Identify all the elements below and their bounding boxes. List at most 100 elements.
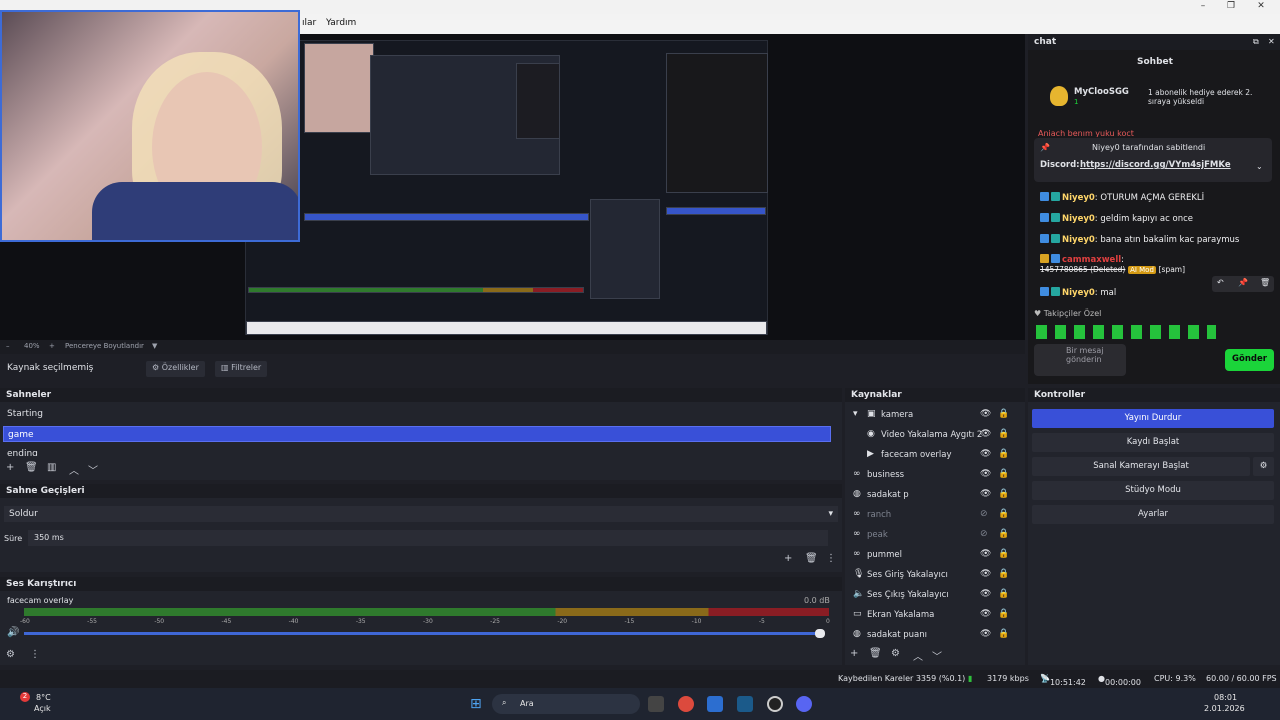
settings-icon[interactable]: ⚙	[6, 649, 15, 660]
properties-button[interactable]: ⚙ Özellikler	[146, 361, 205, 377]
scene-item-ending[interactable]: ending	[3, 446, 831, 456]
chat-username[interactable]: Niyey0	[1062, 235, 1095, 245]
pin-icon[interactable]: 📌	[1238, 278, 1248, 287]
chat-username[interactable]: Niyey0	[1062, 214, 1095, 224]
chat-username[interactable]: Niyey0	[1062, 193, 1095, 203]
zoom-out-button[interactable]: –	[6, 342, 10, 350]
eye-off-icon[interactable]: ⊘	[980, 529, 988, 539]
trash-icon[interactable]: 🗑	[869, 648, 882, 659]
eye-icon[interactable]: 👁	[980, 449, 991, 459]
store-icon[interactable]	[707, 696, 723, 712]
pinned-link[interactable]: https://discord.gg/VYm4sjFMKe	[1080, 160, 1231, 170]
lock-icon[interactable]: 🔒	[998, 469, 1009, 479]
lock-icon[interactable]: 🔒	[998, 589, 1009, 599]
volume-slider[interactable]	[24, 632, 820, 635]
menu-help[interactable]: Yardım	[326, 18, 356, 28]
source-row[interactable]: ◉ Video Yakalama Aygıtı 2 👁 🔒	[847, 425, 1019, 445]
add-transition-icon[interactable]: +	[784, 553, 792, 564]
volume-knob[interactable]	[815, 629, 825, 638]
send-button[interactable]: Gönder	[1225, 349, 1274, 371]
fit-window-button[interactable]: Pencereye Boyutlandır	[65, 342, 144, 350]
eye-icon[interactable]: 👁	[980, 589, 991, 599]
filters-button[interactable]: ▥ Filtreler	[215, 361, 268, 377]
chat-message[interactable]: Niyey0: OTURUM AÇMA GEREKLİ	[1040, 192, 1272, 203]
lock-icon[interactable]: 🔒	[998, 409, 1009, 419]
source-row[interactable]: ◍ sadakat p 👁 🔒	[847, 485, 1019, 505]
chat-input[interactable]: Bir mesaj gönderin	[1034, 344, 1126, 376]
discord-icon[interactable]	[796, 696, 812, 712]
taskbar-app-icon[interactable]	[648, 696, 664, 712]
eye-icon[interactable]: 👁	[980, 429, 991, 439]
maximize-icon[interactable]: ❐	[1224, 1, 1238, 11]
chevron-down-icon[interactable]: ▾	[853, 409, 858, 419]
eye-icon[interactable]: 👁	[980, 489, 991, 499]
source-row[interactable]: ∞ peak ⊘ 🔒	[847, 525, 1019, 545]
obs-icon[interactable]	[767, 696, 783, 712]
lock-icon[interactable]: 🔒	[998, 609, 1009, 619]
lock-icon[interactable]: 🔒	[998, 549, 1009, 559]
transition-select[interactable]: Soldur ▾	[4, 506, 838, 522]
more-icon[interactable]: ⋮	[30, 649, 40, 660]
chevron-down-icon[interactable]: ﹀	[88, 462, 98, 477]
eye-icon[interactable]: 👁	[980, 469, 991, 479]
search-box[interactable]: ⌕ Ara	[492, 694, 640, 714]
minimize-icon[interactable]: –	[1196, 1, 1210, 11]
gift-user[interactable]: MyClooSGG	[1074, 87, 1129, 97]
filter-icon[interactable]: ▥	[47, 462, 56, 473]
add-scene-icon[interactable]: +	[6, 462, 14, 473]
eye-off-icon[interactable]: ⊘	[980, 509, 988, 519]
chevron-up-icon[interactable]: ︿	[913, 648, 923, 663]
steam-icon[interactable]	[737, 696, 753, 712]
trash-icon[interactable]: 🗑	[1260, 278, 1270, 287]
gear-icon[interactable]: ⚙	[1253, 457, 1274, 476]
lock-icon[interactable]: 🔒	[998, 429, 1009, 439]
more-icon[interactable]: ⋮	[826, 553, 836, 564]
start-recording-button[interactable]: Kaydı Başlat	[1032, 433, 1274, 452]
reply-icon[interactable]: ↶	[1217, 278, 1224, 287]
lock-icon[interactable]: 🔒	[998, 489, 1009, 499]
source-row[interactable]: 🔈 Ses Çıkış Yakalayıcı 👁 🔒	[847, 585, 1019, 605]
settings-icon[interactable]: ⚙	[891, 648, 900, 659]
lock-icon[interactable]: 🔒	[998, 509, 1009, 519]
trash-icon[interactable]: 🗑	[805, 553, 818, 564]
chat-message[interactable]: cammaxwell: 1457780865 (Deleted) AI Mod […	[1040, 254, 1272, 275]
scene-item-game[interactable]: game	[3, 426, 831, 442]
eye-icon[interactable]: 👁	[980, 629, 991, 639]
start-virtual-camera-button[interactable]: Sanal Kamerayı Başlat	[1032, 457, 1250, 476]
chevron-down-icon[interactable]: ﹀	[932, 648, 942, 663]
source-row[interactable]: ∞ pummel 👁 🔒	[847, 545, 1019, 565]
preview-canvas[interactable]	[245, 40, 768, 335]
stop-stream-button[interactable]: Yayını Durdur	[1032, 409, 1274, 428]
zoom-in-button[interactable]: +	[49, 342, 55, 350]
studio-mode-button[interactable]: Stüdyo Modu	[1032, 481, 1274, 500]
source-row[interactable]: ▶ facecam overlay 👁 🔒	[847, 445, 1019, 465]
chrome-icon[interactable]	[678, 696, 694, 712]
trash-icon[interactable]: 🗑	[25, 462, 38, 473]
source-row[interactable]: ∞ ranch ⊘ 🔒	[847, 505, 1019, 525]
menu-tools[interactable]: ılar	[302, 18, 316, 28]
chevron-down-icon[interactable]: ⌄	[1256, 162, 1263, 171]
chat-message[interactable]: Niyey0: geldim kapıyı ac once	[1040, 213, 1272, 224]
add-source-icon[interactable]: +	[850, 648, 858, 659]
source-row[interactable]: ▾ ▣ kamera 👁 🔒	[847, 405, 1019, 425]
lock-icon[interactable]: 🔒	[998, 569, 1009, 579]
close-icon[interactable]: ✕	[1254, 1, 1268, 11]
scene-item-starting[interactable]: Starting	[3, 406, 831, 422]
float-icon[interactable]: ⧉	[1253, 37, 1259, 47]
chat-message[interactable]: Niyey0: bana atın bakalim kac paraymus	[1040, 234, 1272, 245]
source-row[interactable]: 🎙 Ses Giriş Yakalayıcı 👁 🔒	[847, 565, 1019, 585]
eye-icon[interactable]: 👁	[980, 409, 991, 419]
source-row[interactable]: ◍ sadakat puanı 👁 🔒	[847, 625, 1019, 645]
source-row[interactable]: ∞ business 👁 🔒	[847, 465, 1019, 485]
windows-start-icon[interactable]: ⊞	[470, 696, 482, 712]
chat-username[interactable]: Niyey0	[1062, 288, 1095, 298]
chevron-down-icon[interactable]: ▼	[152, 342, 157, 350]
weather-temp[interactable]: 8°C	[36, 693, 51, 702]
speaker-icon[interactable]: 🔊	[7, 627, 19, 638]
eye-icon[interactable]: 👁	[980, 569, 991, 579]
lock-icon[interactable]: 🔒	[998, 529, 1009, 539]
duration-input[interactable]: 350 ms	[28, 530, 828, 546]
settings-button[interactable]: Ayarlar	[1032, 505, 1274, 524]
chat-username[interactable]: cammaxwell	[1062, 255, 1121, 265]
lock-icon[interactable]: 🔒	[998, 629, 1009, 639]
